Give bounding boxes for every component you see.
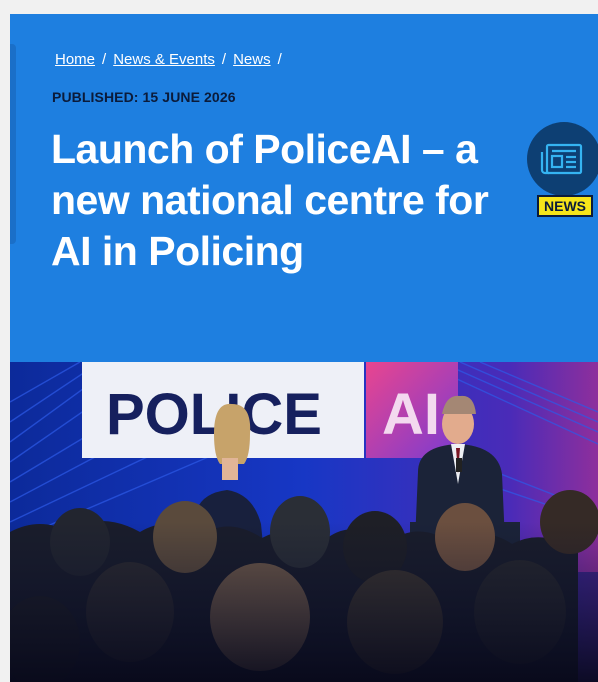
published-date: PUBLISHED: 15 JUNE 2026 bbox=[52, 89, 236, 105]
news-badge: NEWS bbox=[527, 122, 598, 232]
breadcrumb-separator: / bbox=[102, 51, 107, 68]
newspaper-icon bbox=[540, 143, 583, 175]
article-card: Home / News & Events / News / PUBLISHED: 15 J… bbox=[10, 14, 598, 682]
news-badge-circle bbox=[527, 122, 598, 196]
breadcrumb: Home / News & Events / News / bbox=[55, 51, 289, 68]
breadcrumb-home-link[interactable]: Home bbox=[55, 51, 95, 68]
breadcrumb-news-events-link[interactable]: News & Events bbox=[113, 51, 215, 68]
breadcrumb-news-link[interactable]: News bbox=[233, 51, 271, 68]
banner-text-police: POLICE bbox=[106, 382, 322, 447]
news-badge-label: NEWS bbox=[537, 195, 593, 217]
event-photo: POLICE AI bbox=[10, 362, 598, 682]
breadcrumb-separator: / bbox=[277, 51, 282, 68]
side-tab bbox=[10, 44, 16, 244]
article-hero: Home / News & Events / News / PUBLISHED: 15 J… bbox=[10, 14, 598, 362]
breadcrumb-separator: / bbox=[221, 51, 227, 68]
banner-text-ai: AI bbox=[382, 382, 440, 447]
page-title: Launch of PoliceAI – a new national cent… bbox=[51, 126, 489, 274]
